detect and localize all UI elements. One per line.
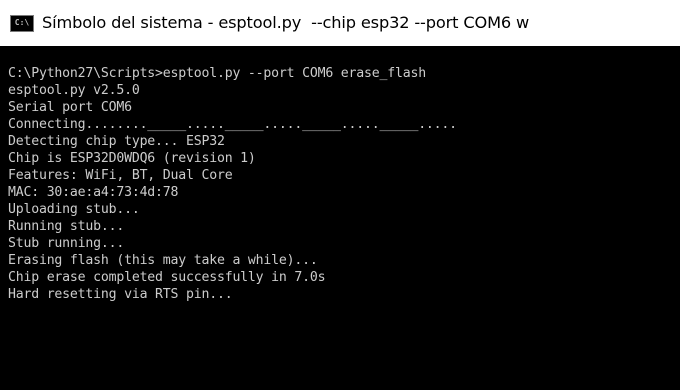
console-line-running-stub: Running stub... [8,219,125,234]
console-line-chip-info: Chip is ESP32D0WDQ6 (revision 1) [8,151,256,166]
console-line-detecting-chip: Detecting chip type... ESP32 [8,134,225,149]
command-prompt-icon[interactable]: C:\ [10,14,34,32]
console-line-erasing-flash: Erasing flash (this may take a while)... [8,253,318,268]
console-line-erase-completed: Chip erase completed successfully in 7.0… [8,270,326,285]
console-output-area[interactable]: C:\Python27\Scripts>esptool.py --port CO… [0,46,680,390]
command-prompt-icon-label: C:\ [14,18,30,27]
console-line-stub-running: Stub running... [8,236,125,251]
console-line-connecting: Connecting........_____....._____.....__… [8,117,457,132]
console-line-serial-port: Serial port COM6 [8,100,132,115]
console-line-features: Features: WiFi, BT, Dual Core [8,168,233,183]
command-prompt-window: C:\ Símbolo del sistema - esptool.py --c… [0,0,680,390]
console-line-mac: MAC: 30:ae:a4:73:4d:78 [8,185,179,200]
console-line-uploading-stub: Uploading stub... [8,202,140,217]
console-line-command: C:\Python27\Scripts>esptool.py --port CO… [8,66,426,81]
window-title: Símbolo del sistema - esptool.py --chip … [42,12,530,32]
console-line-version: esptool.py v2.5.0 [8,83,140,98]
console-lines: C:\Python27\Scripts>esptool.py --port CO… [8,65,457,303]
console-line-hard-reset: Hard resetting via RTS pin... [8,287,233,302]
title-bar[interactable]: C:\ Símbolo del sistema - esptool.py --c… [0,0,680,46]
